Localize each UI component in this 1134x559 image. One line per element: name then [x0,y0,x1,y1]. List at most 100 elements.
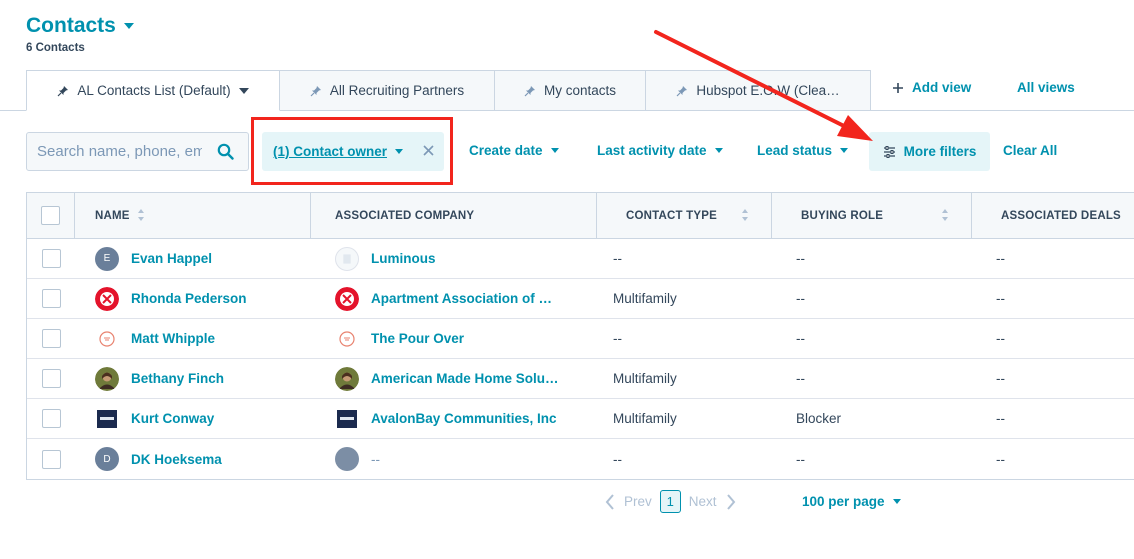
column-header-name[interactable]: NAME [75,193,311,238]
company-logo-icon [95,286,119,311]
tab-hubspot-eow[interactable]: Hubspot E.O.W (Clea… [645,70,871,111]
avatar: E [95,246,119,271]
chevron-right-icon[interactable] [725,493,737,511]
pin-icon [57,85,69,96]
company-name-link[interactable]: American Made Home Solu… [371,371,559,386]
deals-cell: -- [996,451,1005,467]
tab-label: My contacts [543,83,617,98]
column-header-company[interactable]: ASSOCIATED COMPANY [311,193,597,238]
per-page-label: 100 per page [802,494,885,509]
column-label: BUYING ROLE [801,209,884,222]
row-select-cell [27,279,75,318]
contact-type-cell: Multifamily [613,411,677,426]
chevron-down-icon [840,148,849,153]
deals-cell: -- [996,411,1005,426]
column-header-contact-type[interactable]: CONTACT TYPE [597,193,772,238]
company-name-link[interactable]: Apartment Association of … [371,291,552,306]
contact-name-link[interactable]: Matt Whipple [131,331,215,346]
chevron-down-icon [892,499,901,504]
deals-cell: -- [996,251,1005,266]
contact-type-cell: Multifamily [613,371,677,386]
clear-all-button[interactable]: Clear All [1003,143,1057,158]
prev-button[interactable]: Prev [624,494,652,509]
company-name-link[interactable]: The Pour Over [371,331,464,346]
tab-label: AL Contacts List (Default) [77,83,231,98]
deals-cell: -- [996,371,1005,386]
buying-role-cell: -- [796,371,805,386]
company-cell: AvalonBay Communities, Inc [311,399,597,438]
sort-icon[interactable] [137,208,145,222]
search-icon[interactable] [217,143,234,160]
page-title: Contacts [26,14,116,37]
more-filters-label: More filters [903,144,977,159]
column-label: ASSOCIATED COMPANY [335,209,475,222]
buying-role-cell: -- [796,291,805,306]
add-view-button[interactable]: Add view [892,80,971,95]
company-cell: -- [311,439,597,479]
select-all-cell [27,193,75,238]
row-checkbox[interactable] [41,409,61,428]
contact-type-cell: -- [613,331,622,346]
next-button[interactable]: Next [689,494,717,509]
contact-name-link[interactable]: Evan Happel [131,251,212,266]
sort-icon[interactable] [941,208,949,222]
company-logo-icon [96,327,118,350]
name-cell: E Evan Happel [75,239,311,278]
name-cell: D DK Hoeksema [75,439,311,479]
all-views-link[interactable]: All views [1017,80,1075,95]
tab-all-recruiting-partners[interactable]: All Recruiting Partners [279,70,495,111]
buying-role-cell: Blocker [796,411,842,426]
buying-role-cell: -- [796,251,805,266]
column-header-associated-deals[interactable]: ASSOCIATED DEALS [972,193,1134,238]
row-checkbox[interactable] [41,329,61,348]
company-logo-icon [337,409,357,428]
more-filters-button[interactable]: More filters [869,132,990,171]
company-name-link[interactable]: AvalonBay Communities, Inc [371,411,557,426]
column-label: CONTACT TYPE [626,209,717,222]
company-logo-icon [335,246,359,271]
pin-icon [676,85,688,96]
create-date-filter[interactable]: Create date [469,143,559,158]
contacts-title-dropdown[interactable]: Contacts [26,14,134,38]
select-all-checkbox[interactable] [41,206,60,225]
contact-type-cell: Multifamily [613,291,677,306]
contacts-table: NAME ASSOCIATED COMPANY CONTACT TYPE BUY… [26,192,1134,480]
last-activity-date-filter[interactable]: Last activity date [597,143,723,158]
column-header-buying-role[interactable]: BUYING ROLE [772,193,972,238]
deals-cell: -- [996,291,1005,306]
deals-cell: -- [996,331,1005,346]
company-empty: -- [371,451,380,467]
pin-icon [524,85,535,96]
lead-status-label: Lead status [757,143,833,158]
sort-icon[interactable] [741,208,749,222]
photo-avatar-icon [335,366,359,391]
row-checkbox[interactable] [41,369,61,388]
pagination: Prev 1 Next [604,490,737,513]
search-input[interactable] [37,143,202,160]
contact-type-cell: -- [613,251,622,266]
chevron-down-icon[interactable] [238,87,249,94]
per-page-dropdown[interactable]: 100 per page [802,494,901,509]
row-checkbox[interactable] [41,289,61,308]
company-cell: Apartment Association of … [311,279,597,318]
contact-name-link[interactable]: Bethany Finch [131,371,224,386]
contact-name-link[interactable]: Rhonda Pederson [131,291,247,306]
tab-my-contacts[interactable]: My contacts [494,70,646,111]
current-page[interactable]: 1 [659,490,681,513]
chevron-left-icon[interactable] [604,493,616,511]
photo-avatar-icon [95,366,119,391]
row-select-cell [27,399,75,438]
company-name-link[interactable]: Luminous [371,251,436,266]
table-row: Matt Whipple The Pour Over -- -- -- [27,319,1134,359]
tab-label: Hubspot E.O.W (Clea… [696,83,840,98]
create-date-label: Create date [469,143,543,158]
contact-name-link[interactable]: DK Hoeksema [131,452,222,467]
row-select-cell [27,319,75,358]
lead-status-filter[interactable]: Lead status [757,143,849,158]
table-row: D DK Hoeksema -- -- -- -- [27,439,1134,479]
tab-al-contacts-list[interactable]: AL Contacts List (Default) [26,70,280,111]
contact-name-link[interactable]: Kurt Conway [131,411,214,426]
row-checkbox[interactable] [41,449,61,469]
row-checkbox[interactable] [41,249,61,268]
page-header: Contacts 6 Contacts [26,14,134,54]
